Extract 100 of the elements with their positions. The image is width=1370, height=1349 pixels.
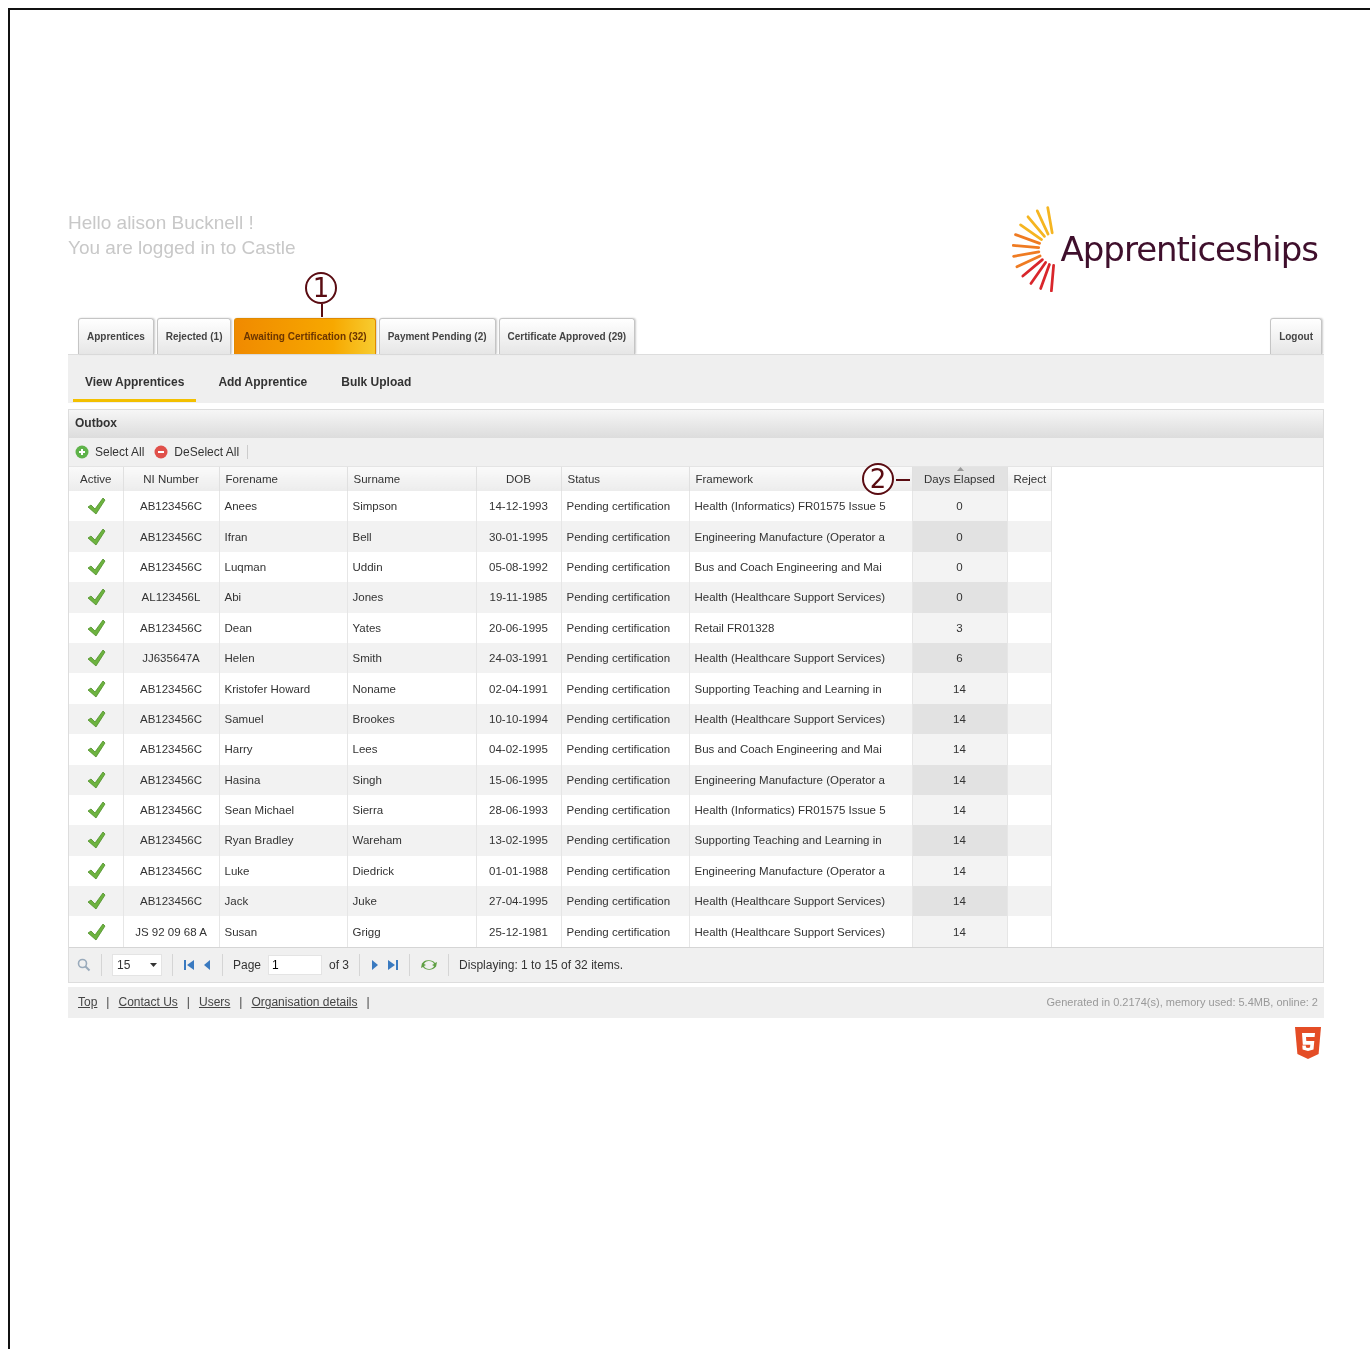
first-page-icon[interactable] xyxy=(183,958,195,971)
last-page-icon[interactable] xyxy=(387,958,400,971)
footer-link[interactable]: Users xyxy=(198,995,231,1010)
table-cell: AB123456C xyxy=(123,703,219,735)
table-cell: Pending certification xyxy=(561,764,689,795)
tab[interactable]: Certificate Approved (29) xyxy=(498,318,636,354)
table-cell: Retail FR01328 xyxy=(689,612,912,643)
table-cell: 19-11-1985 xyxy=(476,582,561,613)
table-cell: 14 xyxy=(912,764,1007,795)
page-label: Page xyxy=(233,957,262,972)
table-cell: 0 xyxy=(912,582,1007,613)
sunburst-logo-icon xyxy=(1012,206,1057,292)
table-cell: 14 xyxy=(912,673,1007,704)
search-icon[interactable] xyxy=(77,957,91,972)
table-cell: Harry xyxy=(219,734,347,765)
table-cell: Ryan Bradley xyxy=(219,825,347,856)
table-cell: Abi xyxy=(219,582,347,613)
table-cell: Ifran xyxy=(219,521,347,552)
table-cell: Jack xyxy=(219,886,347,917)
table-cell: Health (Healthcare Support Services) xyxy=(689,703,912,735)
column-header[interactable]: DOB xyxy=(476,467,561,491)
table-cell: Supporting Teaching and Learning in xyxy=(689,825,912,856)
remove-icon xyxy=(154,445,169,459)
table-cell: AB123456C xyxy=(123,825,219,856)
column-header[interactable]: Reject xyxy=(1007,467,1051,491)
table-cell: 27-04-1995 xyxy=(476,886,561,917)
panel-title: Outbox xyxy=(69,410,1323,438)
table-cell: AB123456C xyxy=(123,886,219,917)
table-cell: 14 xyxy=(912,825,1007,856)
table-cell: Bus and Coach Engineering and Mai xyxy=(689,734,912,765)
table-cell: Dean xyxy=(219,612,347,643)
pager-status: Displaying: 1 to 15 of 32 items. xyxy=(459,957,624,972)
column-header[interactable]: Active xyxy=(69,467,123,491)
table-cell: Supporting Teaching and Learning in xyxy=(689,673,912,704)
link-separator: | xyxy=(186,995,190,1010)
leader-line xyxy=(896,479,910,481)
table-cell: Hasina xyxy=(219,764,347,795)
table-cell: 6 xyxy=(912,642,1007,674)
footer-link[interactable]: Contact Us xyxy=(118,995,178,1010)
tab[interactable]: Payment Pending (2) xyxy=(378,318,496,354)
table-cell: AB123456C xyxy=(123,521,219,552)
table-cell: Juke xyxy=(347,886,476,917)
table-cell: 20-06-1995 xyxy=(476,612,561,643)
table-cell: 14 xyxy=(912,855,1007,887)
table-cell: 13-02-1995 xyxy=(476,825,561,856)
table-cell: Noname xyxy=(347,673,476,704)
table-cell: Kristofer Howard xyxy=(219,673,347,704)
table-cell: AB123456C xyxy=(123,764,219,795)
tab[interactable]: Apprentices xyxy=(78,318,154,354)
subnav-link[interactable]: View Apprentices xyxy=(73,362,197,402)
column-header[interactable]: Forename xyxy=(219,467,347,491)
table-cell: 14 xyxy=(912,916,1007,947)
footer-link[interactable]: Organisation details xyxy=(251,995,358,1010)
table-cell: Bell xyxy=(347,521,476,552)
table-cell: Pending certification xyxy=(561,886,689,917)
tab[interactable]: Awaiting Certification (32) xyxy=(234,318,376,354)
table-cell: 15-06-1995 xyxy=(476,764,561,795)
table-cell: 24-03-1991 xyxy=(476,642,561,674)
page-size-select[interactable]: 15 xyxy=(112,953,162,976)
callout-number: 1 xyxy=(305,272,337,304)
table-cell: Jones xyxy=(347,582,476,613)
column-header[interactable]: NI Number xyxy=(123,467,219,491)
table-cell: Susan xyxy=(219,916,347,947)
table-cell: Singh xyxy=(347,764,476,795)
sort-up-icon xyxy=(956,467,964,471)
select-all-button[interactable]: Select All xyxy=(75,445,145,459)
subnav-link[interactable]: Add Apprentice xyxy=(206,362,320,402)
table-cell: Health (Healthcare Support Services) xyxy=(689,582,912,613)
tab[interactable]: Rejected (1) xyxy=(156,318,232,354)
table-cell: AB123456C xyxy=(123,673,219,704)
table-cell: 30-01-1995 xyxy=(476,521,561,552)
link-separator: | xyxy=(106,995,110,1010)
table-cell: Pending certification xyxy=(561,612,689,643)
generation-stats: Generated in 0.2174(s), memory used: 5.4MB, online: 2 xyxy=(1046,996,1318,1009)
footer-link[interactable]: Top xyxy=(78,995,98,1010)
table-cell: 0 xyxy=(912,521,1007,552)
column-header[interactable]: Status xyxy=(561,467,689,491)
html5-shield-icon xyxy=(1294,1025,1322,1060)
table-cell: Health (Healthcare Support Services) xyxy=(689,916,912,947)
previous-page-icon[interactable] xyxy=(202,958,212,971)
table-cell: Samuel xyxy=(219,703,347,735)
table-cell: Health (Healthcare Support Services) xyxy=(689,886,912,917)
column-header[interactable]: Days Elapsed xyxy=(912,467,1007,491)
caret-icon xyxy=(150,962,157,967)
refresh-icon[interactable] xyxy=(420,957,439,972)
link-separator: | xyxy=(366,995,370,1010)
table-cell: Brookes xyxy=(347,703,476,735)
table-cell: 14 xyxy=(912,734,1007,765)
table-cell: 14 xyxy=(912,886,1007,917)
subnav-link[interactable]: Bulk Upload xyxy=(329,362,424,402)
table-cell: 10-10-1994 xyxy=(476,703,561,735)
column-header[interactable]: Surname xyxy=(347,467,476,491)
logo-text: Apprenticeships xyxy=(1060,229,1318,269)
deselect-all-button[interactable]: DeSelect All xyxy=(154,445,249,459)
logout-button[interactable]: Logout xyxy=(1270,318,1322,354)
table-cell: AL123456L xyxy=(123,582,219,613)
table-cell: Engineering Manufacture (Operator a xyxy=(689,764,912,795)
add-icon xyxy=(75,445,89,459)
page-input[interactable]: 1 xyxy=(268,954,323,975)
leader-line xyxy=(321,304,323,317)
